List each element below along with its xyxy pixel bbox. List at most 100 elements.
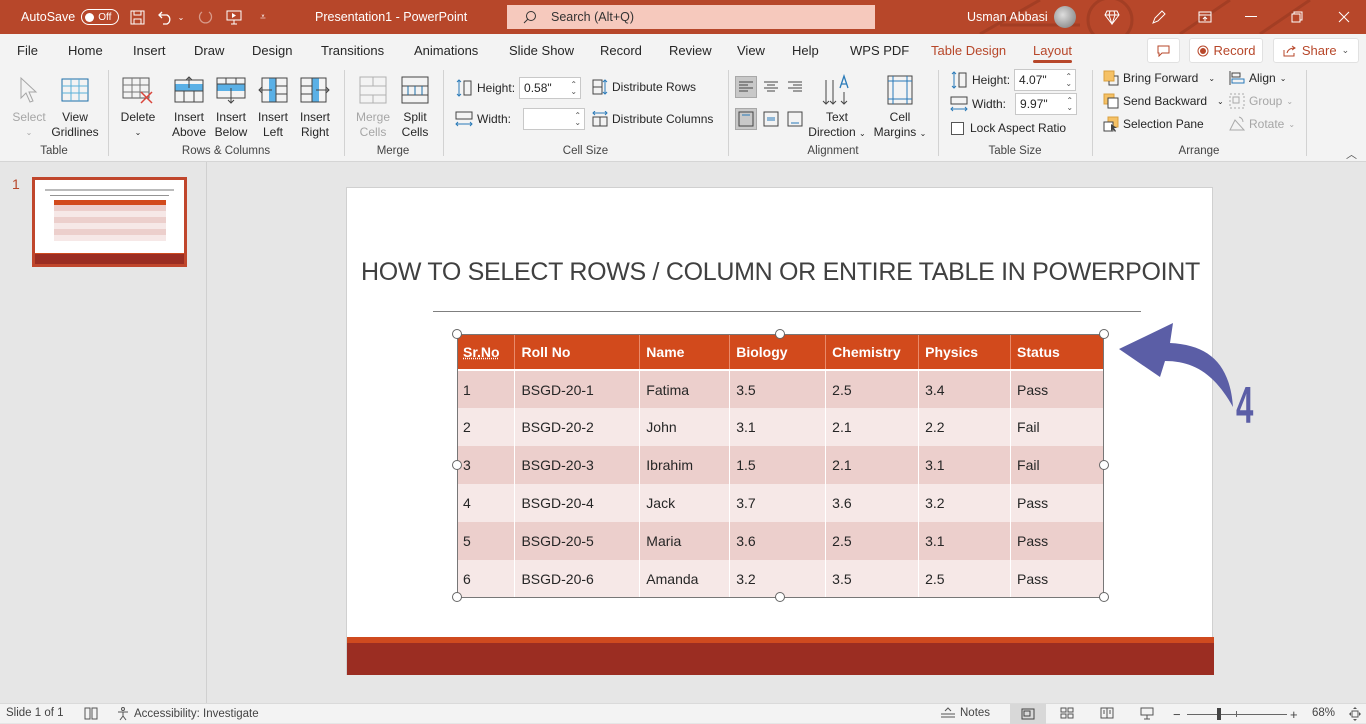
undo-icon[interactable] <box>157 8 175 26</box>
table-cell[interactable]: Pass <box>1010 370 1104 408</box>
table-cell[interactable]: 4 <box>457 484 516 522</box>
table-cell[interactable]: 3.5 <box>729 370 827 408</box>
table-cell[interactable]: Fail <box>1010 408 1104 446</box>
record-button[interactable]: Record <box>1189 38 1263 63</box>
bring-forward-button[interactable]: Bring Forward ⌄ <box>1103 70 1215 86</box>
tab-animations[interactable]: Animations <box>414 34 478 66</box>
cell-margins-button[interactable]: Cell Margins ⌄ <box>870 72 930 141</box>
fit-to-window-icon[interactable] <box>1349 707 1361 721</box>
designer-pen-icon[interactable] <box>1150 8 1168 26</box>
table-cell[interactable]: 3.1 <box>729 408 827 446</box>
table-cell[interactable]: Maria <box>639 522 731 560</box>
distribute-columns-button[interactable]: Distribute Columns <box>592 111 713 127</box>
table-row[interactable]: 5 BSGD-20-5 Maria 3.6 2.5 3.1 Pass <box>457 522 1104 560</box>
header-cell[interactable]: Physics <box>918 334 1012 371</box>
tab-record[interactable]: Record <box>600 34 642 66</box>
zoom-out-button[interactable]: − <box>1173 707 1181 722</box>
save-icon[interactable] <box>128 8 146 26</box>
table-cell[interactable]: 5 <box>457 522 516 560</box>
resize-handle[interactable] <box>1099 329 1109 339</box>
restore-icon[interactable] <box>1288 8 1306 26</box>
accessibility-checker[interactable]: Accessibility: Investigate <box>116 707 259 721</box>
premium-diamond-icon[interactable] <box>1103 8 1121 26</box>
cell-width-input[interactable]: ⌃ ⌄ <box>523 108 586 130</box>
group-button[interactable]: Group ⌄ <box>1229 93 1293 109</box>
table-cell[interactable]: 3 <box>457 446 516 484</box>
align-left-button[interactable] <box>735 76 757 98</box>
table-header-row[interactable]: Sr.No Roll No Name Biology Chemistry Phy… <box>457 334 1104 371</box>
align-right-button[interactable] <box>784 76 806 98</box>
resize-handle[interactable] <box>775 592 785 602</box>
ribbon-display-icon[interactable] <box>1196 8 1214 26</box>
present-from-start-icon[interactable] <box>225 8 243 26</box>
checkbox-box[interactable] <box>951 121 964 135</box>
header-cell[interactable]: Sr.No <box>457 334 516 371</box>
table-cell[interactable]: 2 <box>457 408 516 446</box>
user-name[interactable]: Usman Abbasi <box>967 0 1048 34</box>
table-cell[interactable]: John <box>639 408 731 446</box>
table-cell[interactable]: 3.6 <box>729 522 827 560</box>
redo-icon[interactable] <box>196 8 214 26</box>
insert-above-button[interactable]: Insert Above <box>170 72 208 140</box>
bring-forward-dropdown-icon[interactable]: ⌄ <box>1208 74 1215 83</box>
align-bottom-button[interactable] <box>784 108 806 130</box>
table-cell[interactable]: 3.1 <box>918 522 1012 560</box>
rotate-button[interactable]: Rotate ⌄ <box>1229 116 1295 132</box>
tab-review[interactable]: Review <box>669 34 712 66</box>
table-row[interactable]: 3 BSGD-20-3 Ibrahim 1.5 2.1 3.1 Fail <box>457 446 1104 484</box>
send-backward-dropdown-icon[interactable]: ⌄ <box>1217 97 1224 106</box>
tab-transitions[interactable]: Transitions <box>321 34 384 66</box>
spin-arrows-icon[interactable]: ⌃ ⌄ <box>570 81 577 96</box>
tab-file[interactable]: File <box>17 34 38 66</box>
selection-pane-button[interactable]: Selection Pane <box>1103 116 1204 132</box>
resize-handle[interactable] <box>1099 460 1109 470</box>
table-cell[interactable]: 2.5 <box>825 522 920 560</box>
autosave-toggle[interactable]: Off <box>81 9 120 25</box>
share-button[interactable]: Share ⌄ <box>1273 38 1359 63</box>
insert-right-button[interactable]: Insert Right <box>296 72 334 140</box>
insert-below-button[interactable]: Insert Below <box>212 72 250 140</box>
collapse-ribbon-icon[interactable]: ︿ <box>1346 146 1357 162</box>
table-cell[interactable]: BSGD-20-4 <box>514 484 641 522</box>
slide-show-button[interactable] <box>1140 707 1154 720</box>
tab-layout[interactable]: Layout <box>1033 34 1073 66</box>
send-backward-button[interactable]: Send Backward ⌄ <box>1103 93 1224 109</box>
distribute-rows-button[interactable]: Distribute Rows <box>592 79 696 95</box>
share-dropdown-icon[interactable]: ⌄ <box>1342 45 1350 56</box>
cell-height-input[interactable]: 0.58" ⌃ ⌄ <box>519 77 582 99</box>
spin-arrows-icon[interactable]: ⌃ ⌄ <box>1066 97 1073 112</box>
slide-thumbnail[interactable] <box>32 177 187 267</box>
table-cell[interactable]: Ibrahim <box>639 446 731 484</box>
text-direction-button[interactable]: Text Direction ⌄ <box>808 72 866 141</box>
table-cell[interactable]: 3.1 <box>918 446 1012 484</box>
zoom-in-button[interactable]: + <box>1290 707 1298 722</box>
undo-dropdown-icon[interactable]: ⌄ <box>175 8 187 26</box>
table-cell[interactable]: BSGD-20-6 <box>514 560 641 598</box>
tab-home[interactable]: Home <box>68 34 103 66</box>
table-cell[interactable]: Pass <box>1010 484 1104 522</box>
table-cell[interactable]: Fatima <box>639 370 731 408</box>
select-button[interactable]: Select ⌄ <box>12 72 46 140</box>
table-cell[interactable]: BSGD-20-2 <box>514 408 641 446</box>
table-cell[interactable]: Pass <box>1010 560 1104 598</box>
tab-table-design[interactable]: Table Design <box>931 34 1006 66</box>
table-cell[interactable]: Pass <box>1010 522 1104 560</box>
spell-check-icon[interactable] <box>84 707 98 720</box>
customize-toolbar-icon[interactable]: ⩡ <box>254 8 272 26</box>
align-center-button[interactable] <box>760 76 782 98</box>
table-cell[interactable]: BSGD-20-3 <box>514 446 641 484</box>
merge-cells-button[interactable]: Merge Cells <box>354 72 392 140</box>
resize-handle[interactable] <box>452 329 462 339</box>
table-cell[interactable]: 2.1 <box>825 408 920 446</box>
user-avatar[interactable] <box>1054 6 1076 28</box>
table-row[interactable]: 4 BSGD-20-4 Jack 3.7 3.6 3.2 Pass <box>457 484 1104 522</box>
table-cell[interactable]: 3.4 <box>918 370 1012 408</box>
split-cells-button[interactable]: Split Cells <box>396 72 434 140</box>
header-cell[interactable]: Biology <box>729 334 827 371</box>
tab-insert[interactable]: Insert <box>133 34 166 66</box>
header-cell[interactable]: Name <box>639 334 731 371</box>
minimize-icon[interactable] <box>1242 8 1260 26</box>
spin-arrows-icon[interactable]: ⌃ ⌄ <box>1065 73 1072 88</box>
search-box[interactable]: Search (Alt+Q) <box>507 5 875 29</box>
insert-left-button[interactable]: Insert Left <box>254 72 292 140</box>
